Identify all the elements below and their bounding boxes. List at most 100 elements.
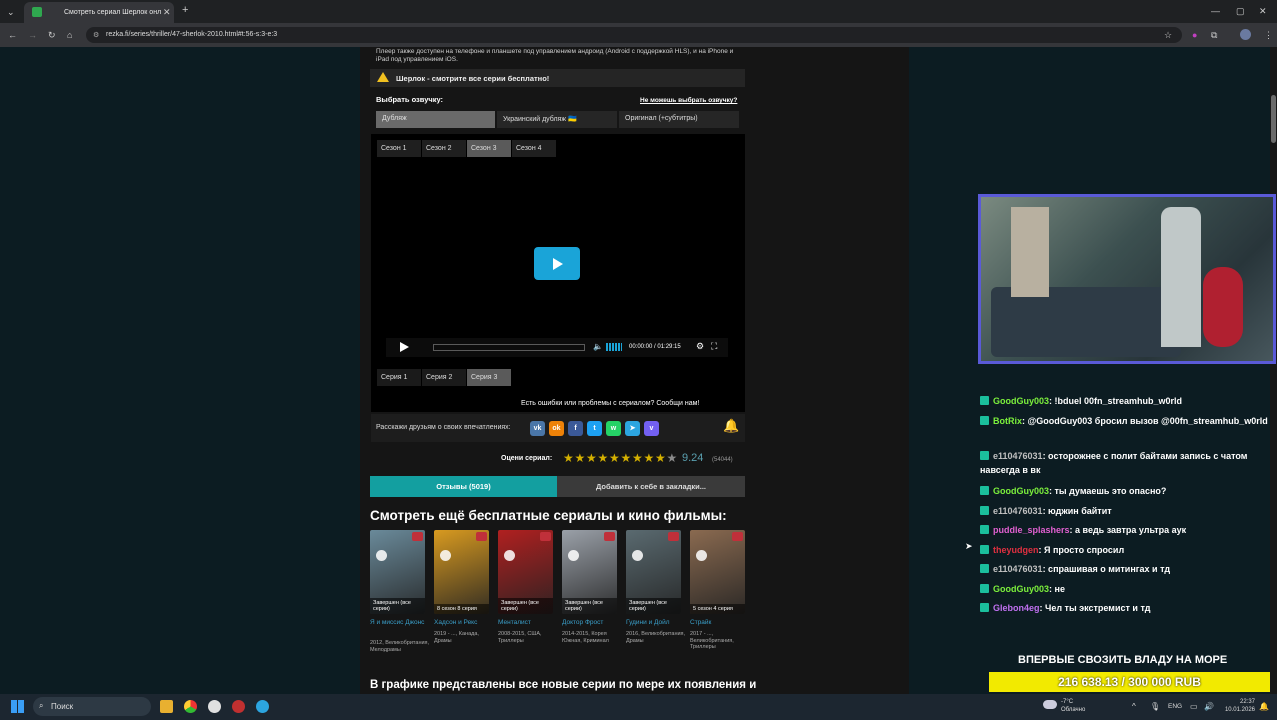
reviews-button[interactable]: Отзывы (5019) [370, 476, 557, 497]
rating-star[interactable]: ★ [655, 452, 666, 464]
recommendation-poster[interactable]: 5 сезон 4 серия [690, 530, 745, 614]
home-icon[interactable]: ⌂ [67, 30, 72, 40]
facebook-icon[interactable]: f [568, 421, 583, 436]
recommendation-title[interactable]: Менталист [498, 619, 558, 627]
forward-icon[interactable]: → [28, 30, 37, 40]
tab-season-1[interactable]: Сезон 1 [377, 140, 421, 157]
recommendation-poster[interactable]: Завершен (все серии) [626, 530, 681, 614]
viber-icon[interactable]: v [644, 421, 659, 436]
file-explorer-icon[interactable] [160, 700, 173, 713]
close-window-button[interactable]: ✕ [1259, 6, 1267, 16]
windows-start-icon[interactable] [11, 700, 24, 713]
bookmark-button[interactable]: Добавить к себе в закладки... [557, 476, 745, 497]
opera-icon[interactable] [232, 700, 245, 713]
bookmark-star-icon[interactable]: ☆ [1164, 30, 1172, 40]
scrollbar-thumb[interactable] [1271, 95, 1276, 143]
fullscreen-icon[interactable]: ⛶ [711, 341, 717, 352]
recommendation-title[interactable]: Гудини и Дойл [626, 619, 686, 627]
tab-episode-3[interactable]: Серия 3 [467, 369, 511, 386]
chat-username[interactable]: e110476031 [993, 451, 1043, 461]
chrome-icon[interactable] [184, 700, 197, 713]
report-link[interactable]: Есть ошибки или проблемы с сериалом? Соо… [521, 400, 699, 407]
app-icon[interactable] [208, 700, 221, 713]
chat-username[interactable]: GoodGuy003 [993, 486, 1049, 496]
chat-username[interactable]: theyudgen [993, 545, 1039, 555]
recommendation-title[interactable]: Хадсон и Рекс [434, 619, 494, 627]
maximize-button[interactable]: ▢ [1236, 6, 1245, 16]
settings-gear-icon[interactable]: ⚙ [696, 341, 704, 352]
tab-episode-1[interactable]: Серия 1 [377, 369, 421, 386]
tab-season-2[interactable]: Сезон 2 [422, 140, 466, 157]
voice-option-original[interactable]: Оригинал (+субтитры) [619, 111, 739, 128]
twitter-icon[interactable]: t [587, 421, 602, 436]
site-info-icon[interactable]: ⚙ [93, 31, 99, 39]
clock[interactable]: 22:37 10.01.2026 [1223, 698, 1255, 714]
recommendation-poster[interactable]: 8 сезон 8 серия [434, 530, 489, 614]
tab-season-3[interactable]: Сезон 3 [467, 140, 511, 157]
rating-star[interactable]: ★ [563, 452, 574, 464]
chat-username[interactable]: e110476031 [993, 564, 1043, 574]
tab-episode-2[interactable]: Серия 2 [422, 369, 466, 386]
recommendation-title[interactable]: Страйк [690, 619, 750, 627]
voice-option-dub[interactable]: Дубляж [376, 111, 495, 128]
tab-close-icon[interactable]: ✕ [163, 7, 171, 17]
chat-username[interactable]: puddle_splashers [993, 525, 1070, 535]
telegram-taskbar-icon[interactable] [256, 700, 269, 713]
rating-star[interactable]: ★ [609, 452, 620, 464]
rating-star[interactable]: ★ [598, 452, 609, 464]
rating-star[interactable]: ★ [621, 452, 632, 464]
play-circle-icon[interactable] [440, 550, 451, 561]
volume-slider[interactable] [606, 343, 622, 351]
play-circle-icon[interactable] [632, 550, 643, 561]
play-circle-icon[interactable] [504, 550, 515, 561]
recommendation-poster[interactable]: Завершен (все серии) [370, 530, 425, 614]
new-tab-button[interactable]: + [182, 5, 188, 16]
play-circle-icon[interactable] [696, 550, 707, 561]
telegram-icon[interactable]: ➤ [625, 421, 640, 436]
voice-option-ukrainian[interactable]: Украинский дубляж 🇺🇦 [497, 111, 617, 128]
ok-icon[interactable]: ok [549, 421, 564, 436]
taskbar-search[interactable]: ⌕ Поиск [33, 697, 151, 716]
chat-username[interactable]: GoodGuy003 [993, 396, 1049, 406]
bell-icon[interactable]: 🔔 [723, 418, 739, 436]
recommendation-poster[interactable]: Завершен (все серии) [498, 530, 553, 614]
volume-icon[interactable]: 🔈 [593, 342, 603, 351]
chat-username[interactable]: GoodGuy003 [993, 584, 1049, 594]
microphone-icon[interactable]: 🎙 [1150, 702, 1160, 711]
rating-star[interactable]: ★ [575, 452, 586, 464]
play-circle-icon[interactable] [568, 550, 579, 561]
volume-tray-icon[interactable]: 🔊 [1204, 702, 1214, 711]
favorite-icon[interactable] [668, 532, 679, 541]
play-circle-icon[interactable] [376, 550, 387, 561]
progress-bar[interactable] [433, 344, 585, 351]
url-bar[interactable]: ⚙ rezka.fi/series/thriller/47-sherlok-20… [86, 27, 1182, 43]
extensions-puzzle-icon[interactable]: ⧉ [1211, 30, 1217, 40]
vk-icon[interactable]: vk [530, 421, 545, 436]
rating-star[interactable]: ★ [586, 452, 597, 464]
weather[interactable]: -7°C Облачно [1061, 698, 1085, 714]
chat-username[interactable]: BotRix [993, 416, 1022, 426]
language-indicator[interactable]: ENG [1168, 703, 1182, 710]
rating-star[interactable]: ★ [632, 452, 643, 464]
whatsapp-icon[interactable]: w [606, 421, 621, 436]
tab-list-icon[interactable]: ⌄ [7, 7, 15, 17]
favorite-icon[interactable] [732, 532, 743, 541]
browser-tab[interactable]: Смотреть сериал Шерлок онл [24, 2, 174, 23]
recommendation-title[interactable]: Я и миссис Джонс [370, 619, 430, 627]
chat-username[interactable]: Glebon4eg [993, 603, 1040, 613]
network-icon[interactable]: ▭ [1190, 702, 1198, 711]
menu-icon[interactable]: ⋮ [1264, 30, 1273, 40]
favorite-icon[interactable] [540, 532, 551, 541]
tab-season-4[interactable]: Сезон 4 [512, 140, 556, 157]
rating-star[interactable]: ★ [667, 452, 678, 464]
notifications-icon[interactable]: 🔔 [1259, 702, 1269, 711]
recommendation-title[interactable]: Доктор Фрост [562, 619, 622, 627]
profile-avatar[interactable] [1240, 29, 1251, 40]
favorite-icon[interactable] [476, 532, 487, 541]
recommendation-poster[interactable]: Завершен (все серии) [562, 530, 617, 614]
play-control-icon[interactable] [400, 342, 409, 352]
extension-icon[interactable]: ● [1192, 30, 1197, 40]
minimize-button[interactable]: — [1211, 6, 1220, 16]
rating-star[interactable]: ★ [644, 452, 655, 464]
scrollbar[interactable] [1270, 47, 1277, 694]
